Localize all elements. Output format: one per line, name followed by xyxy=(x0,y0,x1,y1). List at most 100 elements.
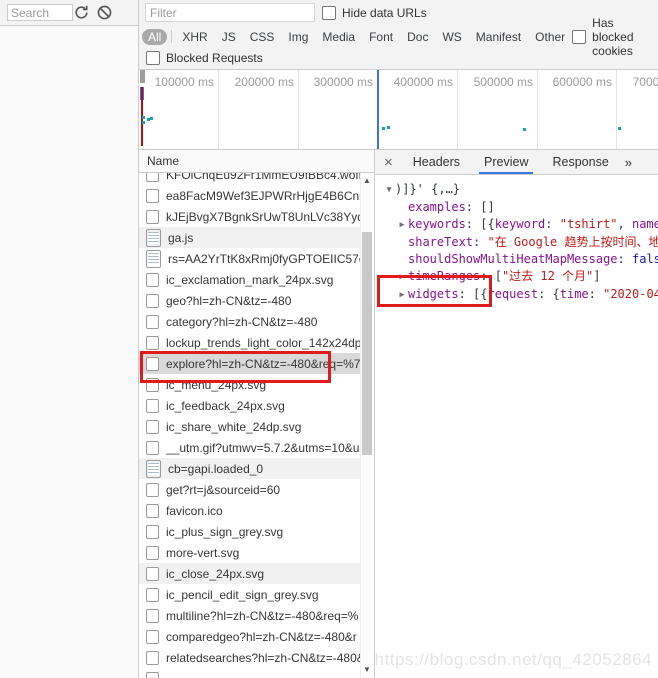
request-dot xyxy=(618,127,621,130)
token-plain: : xyxy=(618,252,632,266)
filter-chip-xhr[interactable]: XHR xyxy=(176,29,213,45)
timeline-gridline xyxy=(298,70,299,149)
token-prop: shareText xyxy=(408,235,473,249)
collapsed-arrow-icon[interactable]: ▶ xyxy=(396,217,408,234)
table-row[interactable]: ic_pencil_edit_sign_grey.svg xyxy=(139,584,361,605)
table-row[interactable]: ga.js xyxy=(139,227,361,248)
table-row[interactable]: get?rt=j&sourceid=60 xyxy=(139,479,361,500)
filter-input[interactable] xyxy=(145,3,315,22)
tab-headers[interactable]: Headers xyxy=(408,151,465,174)
table-row[interactable]: category?hl=zh-CN&tz=-480 xyxy=(139,311,361,332)
filter-chip-ws[interactable]: WS xyxy=(436,29,467,45)
request-name: rs=AA2YrTtK8xRmj0fyGPTOEIIC57ejY. xyxy=(168,252,361,266)
preview-tree-line[interactable]: ▶widgets: [{request: {time: "2020-04-19 xyxy=(375,286,658,304)
token-string: "过去 12 个月" xyxy=(502,269,593,283)
token-plain: : xyxy=(589,287,603,301)
file-icon xyxy=(146,399,159,413)
request-name: ic_close_24px.svg xyxy=(166,567,264,581)
table-row[interactable] xyxy=(139,668,361,678)
filter-chip-doc[interactable]: Doc xyxy=(401,29,434,45)
file-icon xyxy=(146,483,159,497)
table-row[interactable]: explore?hl=zh-CN&tz=-480&req=%7 xyxy=(139,353,361,374)
table-row[interactable]: lockup_trends_light_color_142x24dp.. xyxy=(139,332,361,353)
scroll-up-arrow[interactable]: ▲ xyxy=(361,176,373,186)
timeline-overview[interactable]: 100000 ms200000 ms300000 ms400000 ms5000… xyxy=(139,70,658,150)
token-prop: keyword xyxy=(495,217,546,231)
has-blocked-cookies-checkbox[interactable] xyxy=(572,30,586,44)
tab-response[interactable]: Response xyxy=(547,151,613,174)
scrollbar-thumb[interactable] xyxy=(362,232,372,455)
script-file-icon xyxy=(146,460,161,478)
blocked-requests-checkbox[interactable] xyxy=(146,51,160,65)
request-dot xyxy=(142,121,145,124)
table-row[interactable]: ic_menu_24px.svg xyxy=(139,374,361,395)
table-row[interactable]: ea8FacM9Wef3EJPWRrHjgE4B6CnlZx. xyxy=(139,185,361,206)
preview-tree-line: examples: [] xyxy=(375,199,658,216)
vertical-scrollbar[interactable]: ▲ ▼ xyxy=(360,173,373,678)
collapsed-arrow-icon[interactable]: ▶ xyxy=(396,287,408,304)
expanded-arrow-icon[interactable]: ▼ xyxy=(383,182,395,199)
request-name: geo?hl=zh-CN&tz=-480 xyxy=(166,294,291,308)
filter-chip-manifest[interactable]: Manifest xyxy=(470,29,527,45)
table-row[interactable]: more-vert.svg xyxy=(139,542,361,563)
request-dot xyxy=(382,127,385,130)
table-row[interactable]: favicon.ico xyxy=(139,500,361,521)
preview-tree-line[interactable]: ▶keywords: [{keyword: "tshirt", name: " xyxy=(375,216,658,234)
scroll-down-arrow[interactable]: ▼ xyxy=(361,665,373,675)
chip-divider xyxy=(171,30,172,43)
search-input[interactable] xyxy=(7,4,73,21)
file-icon xyxy=(146,173,159,182)
token-plain: : [{ xyxy=(459,287,488,301)
name-column-header[interactable]: Name xyxy=(139,150,374,173)
collapsed-arrow-icon[interactable]: ▶ xyxy=(396,269,408,286)
token-plain: : [] xyxy=(466,200,495,214)
table-row[interactable]: ic_close_24px.svg xyxy=(139,563,361,584)
table-row[interactable]: ic_feedback_24px.svg xyxy=(139,395,361,416)
filter-chip-other[interactable]: Other xyxy=(529,29,571,45)
file-icon xyxy=(146,630,159,644)
table-row[interactable]: comparedgeo?hl=zh-CN&tz=-480&r xyxy=(139,626,361,647)
refresh-icon[interactable] xyxy=(73,4,90,21)
table-row[interactable]: multiline?hl=zh-CN&tz=-480&req=% xyxy=(139,605,361,626)
timeline-grip xyxy=(140,70,145,83)
token-plain: , xyxy=(618,217,632,231)
close-icon[interactable]: × xyxy=(384,155,393,170)
file-icon xyxy=(146,336,159,350)
table-row[interactable]: ic_exclamation_mark_24px.svg xyxy=(139,269,361,290)
more-tabs-icon[interactable]: » xyxy=(625,155,632,170)
tab-preview[interactable]: Preview xyxy=(479,151,533,174)
token-prop: name xyxy=(632,217,658,231)
hide-data-urls-label: Hide data URLs xyxy=(342,6,427,20)
timeline-gridline xyxy=(537,70,538,149)
request-name: ic_pencil_edit_sign_grey.svg xyxy=(166,588,319,602)
filter-chip-js[interactable]: JS xyxy=(216,29,242,45)
table-row[interactable]: ic_share_white_24dp.svg xyxy=(139,416,361,437)
hide-data-urls-option: Hide data URLs xyxy=(322,6,427,20)
preview-tree-line[interactable]: ▼)]}' {,…} xyxy=(375,181,658,199)
filter-chip-font[interactable]: Font xyxy=(363,29,399,45)
table-row[interactable]: KFOlCnqEu92Fr1MmEU9fBBc4.woff2 xyxy=(139,173,361,185)
table-row[interactable]: relatedsearches?hl=zh-CN&tz=-480& xyxy=(139,647,361,668)
filter-chip-all[interactable]: All xyxy=(142,29,167,45)
timeline-gridline xyxy=(616,70,617,149)
token-plain: : xyxy=(473,235,487,249)
table-row[interactable]: __utm.gif?utmwv=5.7.2&utms=10&u xyxy=(139,437,361,458)
request-name: multiline?hl=zh-CN&tz=-480&req=% xyxy=(166,609,358,623)
request-name: ea8FacM9Wef3EJPWRrHjgE4B6CnlZx. xyxy=(166,189,361,203)
request-name: more-vert.svg xyxy=(166,546,239,560)
hide-data-urls-checkbox[interactable] xyxy=(322,6,336,20)
token-string: "2020-04-19 xyxy=(603,287,658,301)
filter-chip-img[interactable]: Img xyxy=(282,29,314,45)
table-row[interactable]: geo?hl=zh-CN&tz=-480 xyxy=(139,290,361,311)
table-row[interactable]: kJEjBvgX7BgnkSrUwT8UnLVc38Yydej. xyxy=(139,206,361,227)
token-prop: request xyxy=(487,287,538,301)
preview-tree-line[interactable]: ▶timeRanges: ["过去 12 个月"] xyxy=(375,268,658,286)
table-row[interactable]: cb=gapi.loaded_0 xyxy=(139,458,361,479)
table-row[interactable]: rs=AA2YrTtK8xRmj0fyGPTOEIIC57ejY. xyxy=(139,248,361,269)
filter-chip-media[interactable]: Media xyxy=(316,29,361,45)
table-row[interactable]: ic_plus_sign_grey.svg xyxy=(139,521,361,542)
filter-chip-css[interactable]: CSS xyxy=(244,29,281,45)
token-plain: : [ xyxy=(480,269,502,283)
clear-icon[interactable] xyxy=(96,4,113,21)
request-dot xyxy=(150,117,153,120)
